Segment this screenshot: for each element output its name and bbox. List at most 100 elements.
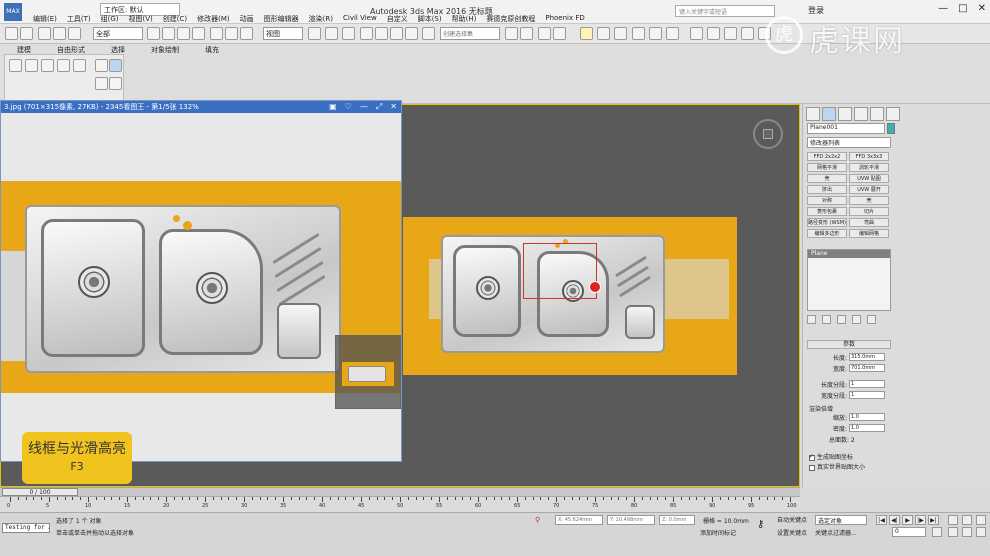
- menu-tools[interactable]: 工具(T): [62, 14, 96, 24]
- modifier-button[interactable]: 涡轮平滑: [849, 163, 889, 172]
- edit-named-selection-icon[interactable]: [422, 27, 435, 40]
- render-setup-icon[interactable]: [632, 27, 645, 40]
- selection-filter-select[interactable]: 全部: [93, 27, 143, 40]
- menu-create[interactable]: 创建(C): [158, 14, 192, 24]
- mirror-icon[interactable]: [505, 27, 518, 40]
- menu-civil-view[interactable]: Civil View: [338, 14, 382, 24]
- width-segs-spinner[interactable]: 1: [849, 391, 885, 399]
- modifier-button[interactable]: 编辑网格: [849, 229, 889, 238]
- add-time-tag[interactable]: 添加时间标记: [700, 528, 736, 537]
- menu-customize[interactable]: 自定义: [382, 14, 413, 24]
- current-frame-field[interactable]: 0: [892, 527, 926, 537]
- percent-snap-icon[interactable]: [390, 27, 403, 40]
- named-selection-input[interactable]: 创建选择集: [440, 27, 500, 40]
- border-icon[interactable]: [41, 59, 54, 72]
- go-to-end-button[interactable]: ▶|: [928, 515, 939, 525]
- unlink-icon[interactable]: [53, 27, 66, 40]
- viewcube[interactable]: [753, 119, 783, 149]
- remove-modifier-icon[interactable]: [852, 315, 861, 324]
- motion-tab-icon[interactable]: [854, 107, 868, 121]
- move-icon[interactable]: [210, 27, 223, 40]
- length-segs-spinner[interactable]: 1: [849, 380, 885, 388]
- element-icon[interactable]: [73, 59, 86, 72]
- menu-modifiers[interactable]: 修改器(M): [192, 14, 235, 24]
- object-color-swatch[interactable]: [887, 123, 895, 134]
- select-object-icon[interactable]: [147, 27, 160, 40]
- time-slider-thumb[interactable]: 0 / 100: [2, 488, 78, 496]
- menu-graph-editors[interactable]: 图形编辑器: [259, 14, 304, 24]
- track-bar[interactable]: 0 5 10 15 20 25 30 35 40 45 50 55 60 65 70 75 80 85 90 95 10…: [0, 496, 800, 512]
- vertex-icon[interactable]: [9, 59, 22, 72]
- modifier-button[interactable]: 挤出: [807, 185, 847, 194]
- plane-object[interactable]: [403, 217, 737, 375]
- modifier-button[interactable]: FFD 2x2x2: [807, 152, 847, 161]
- edge-icon[interactable]: [25, 59, 38, 72]
- minimize-button[interactable]: —: [938, 3, 948, 14]
- configure-sets-icon[interactable]: [867, 315, 876, 324]
- scale-icon[interactable]: [240, 27, 253, 40]
- rendered-frame-icon[interactable]: [649, 27, 662, 40]
- modifier-button[interactable]: 对称: [807, 196, 847, 205]
- schematic-view-icon[interactable]: [597, 27, 610, 40]
- modifier-stack[interactable]: Plane: [807, 249, 891, 311]
- zoom-extents-icon[interactable]: [962, 527, 972, 537]
- modifier-button[interactable]: 壳: [849, 196, 889, 205]
- viewer-close-button[interactable]: ✕: [390, 102, 397, 112]
- select-manipulate-icon[interactable]: [325, 27, 338, 40]
- favorite-button[interactable]: ♡: [345, 102, 352, 112]
- tab-object-paint[interactable]: 对象绘制: [149, 44, 181, 57]
- pan-icon[interactable]: [962, 515, 972, 525]
- field-of-view-icon[interactable]: [948, 527, 958, 537]
- display-tab-icon[interactable]: [870, 107, 884, 121]
- viewcube-box[interactable]: [763, 129, 773, 139]
- snap-toggle-icon[interactable]: [360, 27, 373, 40]
- align-icon[interactable]: [520, 27, 533, 40]
- modifier-list-select[interactable]: 修改器列表: [807, 137, 891, 148]
- modifier-button[interactable]: UVW 展开: [849, 185, 889, 194]
- render-icon[interactable]: [666, 27, 679, 40]
- orbit-icon[interactable]: [976, 515, 986, 525]
- tab-populate[interactable]: 填充: [203, 44, 221, 57]
- menu-help[interactable]: 帮助(H): [447, 14, 482, 24]
- image-viewer-window[interactable]: 3.jpg (701×315像素, 27KB) - 2345看图王 - 第1/5…: [0, 100, 402, 462]
- time-slider[interactable]: 0 / 100: [0, 487, 800, 496]
- close-button[interactable]: ✕: [978, 3, 986, 14]
- teapot-render-icon[interactable]: [690, 27, 703, 40]
- polygon-icon[interactable]: [57, 59, 70, 72]
- modify-tab-icon[interactable]: [822, 107, 836, 121]
- link-icon[interactable]: [38, 27, 51, 40]
- show-end-result-icon[interactable]: [822, 315, 831, 324]
- utilities-tab-icon[interactable]: [886, 107, 900, 121]
- modifier-button[interactable]: 切片: [849, 207, 889, 216]
- play-button[interactable]: ▶: [902, 515, 913, 525]
- key-filters-button[interactable]: 关键点过滤器...: [815, 528, 857, 537]
- real-world-map-checkbox[interactable]: 真实世界贴图大小: [809, 462, 865, 471]
- modifier-button[interactable]: 弯曲: [849, 218, 889, 227]
- go-to-start-button[interactable]: |◀: [876, 515, 887, 525]
- previous-frame-button[interactable]: ◀|: [889, 515, 900, 525]
- record-icon[interactable]: [741, 27, 754, 40]
- select-by-name-icon[interactable]: [162, 27, 175, 40]
- search-input[interactable]: 键入关键字或短语: [675, 5, 775, 17]
- auto-key-button[interactable]: 自动关键点: [777, 515, 807, 524]
- keyboard-shortcut-icon[interactable]: [342, 27, 355, 40]
- spinner-snap-icon[interactable]: [405, 27, 418, 40]
- y-coordinate[interactable]: Y: 10.498mm: [607, 515, 655, 525]
- fullscreen-button[interactable]: ▣: [329, 102, 337, 112]
- viewer-minimize-button[interactable]: —: [360, 102, 368, 112]
- modifier-button[interactable]: 编辑多边形: [807, 229, 847, 238]
- make-unique-icon[interactable]: [837, 315, 846, 324]
- scale-spinner[interactable]: 1.0: [849, 413, 885, 421]
- object-name-input[interactable]: Plane001: [807, 123, 885, 134]
- maximize-viewport-icon[interactable]: [976, 527, 986, 537]
- rotate-icon[interactable]: [225, 27, 238, 40]
- menu-views[interactable]: 视图(V): [124, 14, 158, 24]
- environment-icon[interactable]: [724, 27, 737, 40]
- x-coordinate[interactable]: X: 45.624mm: [555, 515, 603, 525]
- z-coordinate[interactable]: Z: 0.0mm: [659, 515, 695, 525]
- next-frame-button[interactable]: |▶: [915, 515, 926, 525]
- pivot-center-icon[interactable]: [308, 27, 321, 40]
- bind-space-warp-icon[interactable]: [68, 27, 81, 40]
- material-editor-icon[interactable]: [614, 27, 627, 40]
- time-config-icon[interactable]: [932, 527, 942, 537]
